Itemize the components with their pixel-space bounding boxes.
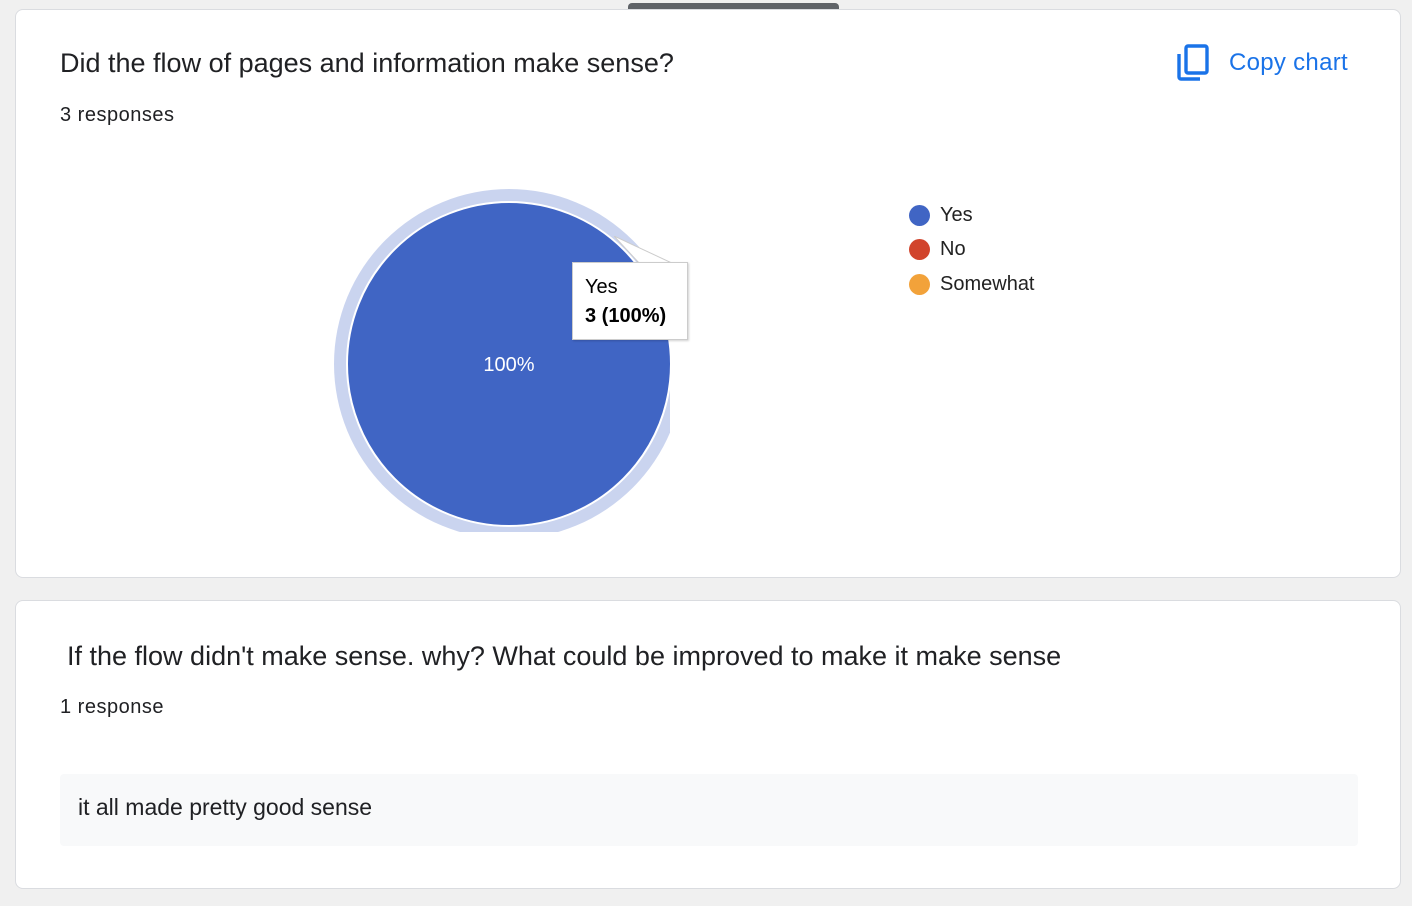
text-response: it all made pretty good sense	[60, 774, 1358, 846]
question-title: Did the flow of pages and information ma…	[60, 48, 674, 78]
response-count: 1 response	[60, 696, 164, 718]
pie-chart: 100%	[316, 178, 670, 532]
legend-item-no[interactable]: No	[909, 233, 1035, 268]
response-count: 3 responses	[60, 104, 175, 126]
legend-label: Somewhat	[940, 272, 1035, 295]
question-card-improvement: If the flow didn't make sense. why? What…	[15, 600, 1401, 889]
legend-label: Yes	[940, 203, 973, 226]
tooltip-label: Yes	[585, 276, 618, 298]
copy-chart-label: Copy chart	[1228, 49, 1348, 76]
pie-chart-svg: 100%	[334, 189, 670, 532]
legend-label: No	[940, 238, 966, 261]
responses-page: Did the flow of pages and information ma…	[0, 0, 1412, 906]
copy-icon	[1176, 44, 1210, 82]
question-card-flow: Did the flow of pages and information ma…	[15, 9, 1401, 578]
legend-item-somewhat[interactable]: Somewhat	[909, 267, 1035, 302]
legend-swatch	[909, 273, 930, 295]
tooltip-value: 3 (100%)	[585, 305, 667, 327]
pie-percent-label: 100%	[483, 354, 534, 376]
chart-legend: Yes No Somewhat	[909, 198, 1035, 302]
legend-swatch	[909, 239, 930, 261]
question-title: If the flow didn't make sense. why? What…	[67, 641, 1062, 671]
chart-tooltip: Yes 3 (100%)	[572, 262, 688, 340]
legend-item-yes[interactable]: Yes	[909, 198, 1035, 233]
legend-swatch	[909, 204, 930, 226]
copy-chart-button[interactable]: Copy chart	[1176, 44, 1348, 82]
